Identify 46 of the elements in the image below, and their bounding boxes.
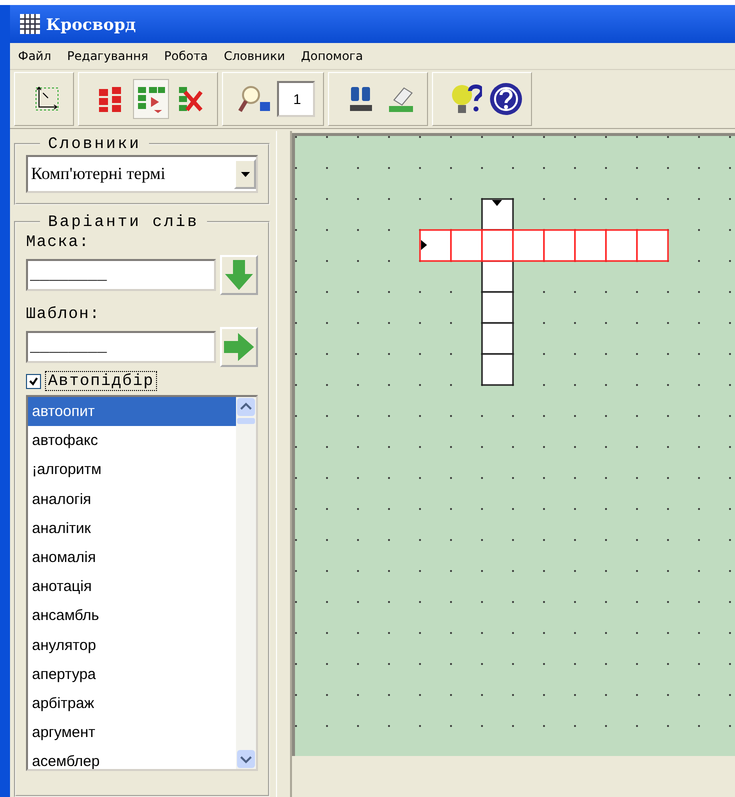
group-title: Словники xyxy=(47,135,142,153)
list-item[interactable]: ансамбль xyxy=(28,601,236,630)
grid-icon xyxy=(20,14,40,34)
magnifier-icon xyxy=(238,84,272,114)
delete-icon xyxy=(177,84,205,114)
menu-item[interactable]: Словники xyxy=(224,49,285,63)
scrollbar[interactable] xyxy=(236,397,256,769)
scroll-down-icon xyxy=(236,749,256,769)
check-icon xyxy=(29,376,38,386)
dictionary-dropdown[interactable]: Комп'ютерні термі xyxy=(26,155,258,193)
mask-field[interactable]: ________ xyxy=(26,259,216,291)
list-item[interactable]: апертура xyxy=(28,660,236,689)
apply-button[interactable] xyxy=(220,327,258,367)
window-title: Кросворд xyxy=(46,14,136,34)
menu-item[interactable]: Допомога xyxy=(301,49,363,63)
group-title: Варіанти слів xyxy=(47,213,200,231)
checkbox-label[interactable]: Автопідбір xyxy=(45,371,158,391)
list-item[interactable]: автоопит xyxy=(28,397,236,426)
scroll-thumb-icon xyxy=(236,417,256,425)
list-item[interactable]: аргумент xyxy=(28,718,236,748)
number-field[interactable]: 1 xyxy=(277,81,315,117)
dropdown-button[interactable] xyxy=(234,159,256,189)
checkbox[interactable] xyxy=(26,374,41,388)
mask-label: Маска: xyxy=(26,233,91,251)
list-item[interactable]: аналогія xyxy=(28,484,236,514)
list-item[interactable]: ¡алгоритм xyxy=(28,455,236,485)
word-cells[interactable] xyxy=(419,229,669,262)
template-field[interactable]: ________ xyxy=(26,331,216,363)
list-item[interactable]: анулятор xyxy=(28,630,236,660)
apply-button[interactable] xyxy=(220,255,258,295)
list-item[interactable]: арбітраж xyxy=(28,688,236,718)
menu-item[interactable]: Редагування xyxy=(67,49,148,63)
list-item[interactable]: асемблер xyxy=(28,747,236,769)
list-item[interactable]: аномалія xyxy=(28,542,236,572)
list-item[interactable]: автофакс xyxy=(28,426,236,456)
menu-item[interactable]: Робота xyxy=(164,49,208,63)
caret-icon xyxy=(240,172,250,176)
blocks-icon xyxy=(136,84,166,114)
list-item[interactable]: анотація xyxy=(28,572,236,602)
menu-item[interactable]: Файл xyxy=(18,49,52,63)
template-label: Шаблон: xyxy=(26,305,102,323)
list-item[interactable]: аналітик xyxy=(28,514,236,543)
arrow-down-icon xyxy=(225,260,253,290)
help-icon xyxy=(488,81,522,117)
scroll-up-icon xyxy=(236,397,256,417)
arrow-right-icon xyxy=(224,333,254,361)
